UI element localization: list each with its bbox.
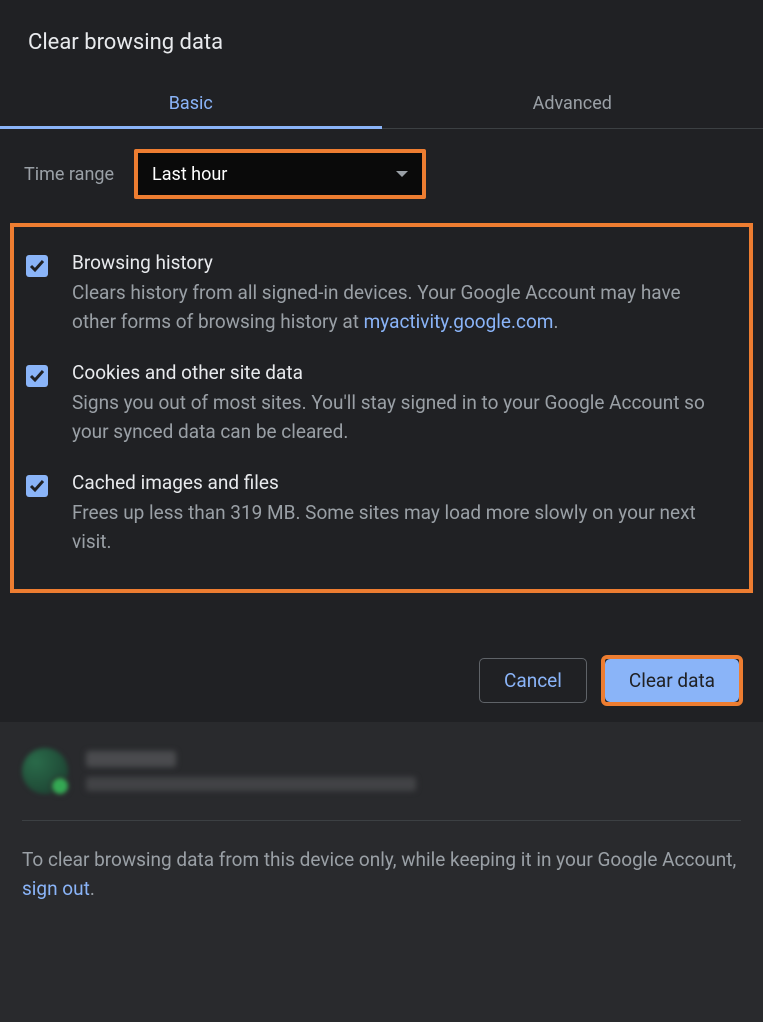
checkbox-browsing-history[interactable] xyxy=(26,255,48,277)
footer-suffix: . xyxy=(90,877,95,900)
option-text: Cookies and other site data Signs you ou… xyxy=(72,361,737,447)
option-desc: Frees up less than 319 MB. Some sites ma… xyxy=(72,498,727,557)
checkmark-icon xyxy=(29,478,45,494)
option-cookies: Cookies and other site data Signs you ou… xyxy=(22,349,741,459)
checkmark-icon xyxy=(29,258,45,274)
account-name-blurred xyxy=(86,751,176,767)
dialog-title: Clear browsing data xyxy=(0,0,763,79)
option-desc: Clears history from all signed-in device… xyxy=(72,278,727,337)
sign-out-link[interactable]: sign out xyxy=(22,877,90,900)
time-range-label: Time range xyxy=(24,164,114,185)
chevron-down-icon xyxy=(396,171,408,177)
option-desc: Signs you out of most sites. You'll stay… xyxy=(72,388,727,447)
clear-data-button[interactable]: Clear data xyxy=(605,659,739,702)
time-range-dropdown[interactable]: Last hour xyxy=(138,153,422,195)
checkbox-cache[interactable] xyxy=(26,475,48,497)
checkmark-icon xyxy=(29,368,45,384)
tab-advanced[interactable]: Advanced xyxy=(382,79,763,128)
avatar xyxy=(22,748,68,794)
tab-basic[interactable]: Basic xyxy=(0,79,382,128)
time-range-row: Time range Last hour xyxy=(0,129,763,219)
checkbox-cookies[interactable] xyxy=(26,365,48,387)
option-text: Cached images and files Frees up less th… xyxy=(72,471,737,557)
desc-suffix: . xyxy=(553,310,558,333)
footer: To clear browsing data from this device … xyxy=(0,722,763,1022)
account-email-blurred xyxy=(86,777,416,791)
time-range-highlight: Last hour xyxy=(134,149,426,199)
options-highlight: Browsing history Clears history from all… xyxy=(10,223,753,593)
option-title: Browsing history xyxy=(72,251,727,274)
tabs: Basic Advanced xyxy=(0,79,763,129)
option-browsing-history: Browsing history Clears history from all… xyxy=(22,239,741,349)
cancel-button[interactable]: Cancel xyxy=(479,658,587,703)
option-title: Cookies and other site data xyxy=(72,361,727,384)
clear-button-highlight: Clear data xyxy=(601,655,743,706)
account-text xyxy=(86,751,416,791)
footer-prefix: To clear browsing data from this device … xyxy=(22,848,736,871)
option-cache: Cached images and files Frees up less th… xyxy=(22,459,741,569)
button-row: Cancel Clear data xyxy=(0,607,763,722)
myactivity-link[interactable]: myactivity.google.com xyxy=(364,310,554,333)
time-range-value: Last hour xyxy=(152,164,227,185)
footer-note: To clear browsing data from this device … xyxy=(22,845,741,904)
account-row xyxy=(22,738,741,821)
option-text: Browsing history Clears history from all… xyxy=(72,251,737,337)
option-title: Cached images and files xyxy=(72,471,727,494)
